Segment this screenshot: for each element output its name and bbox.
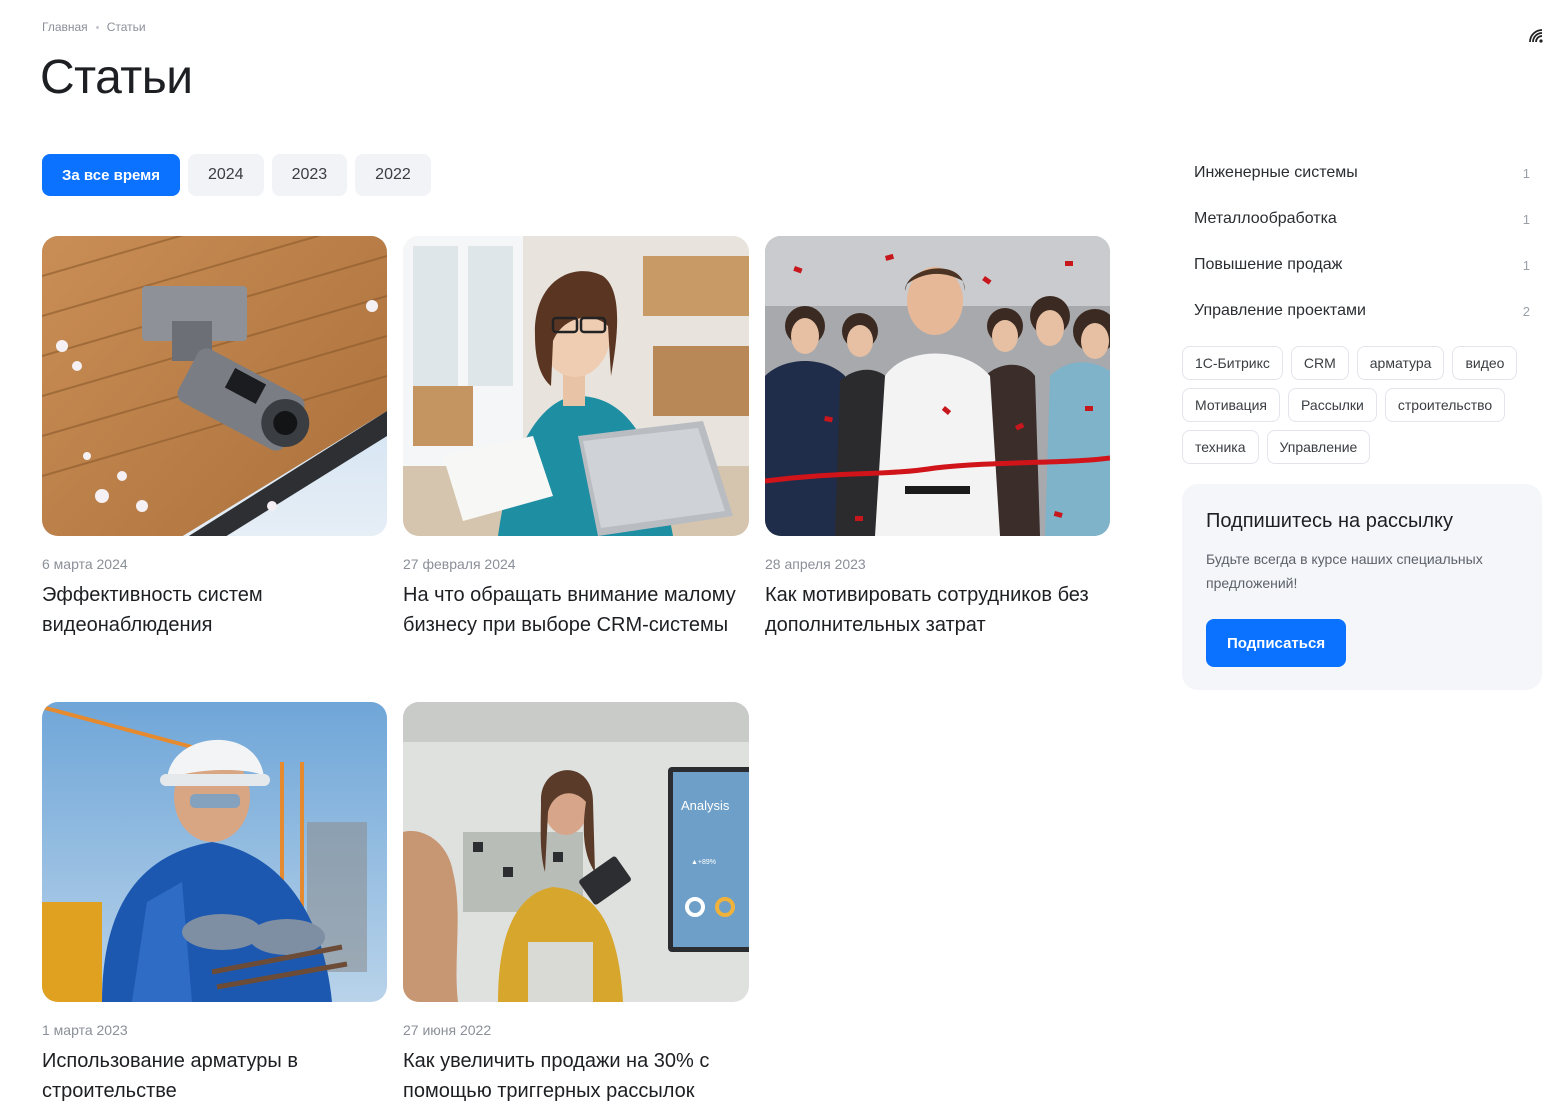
article-title[interactable]: Как увеличить продажи на 30% с помощью т… bbox=[403, 1046, 749, 1106]
tag-1c-bitrix[interactable]: 1С-Битрикс bbox=[1182, 346, 1283, 380]
screen-analysis-text: Analysis bbox=[681, 798, 730, 813]
tag-cloud: 1С-Битрикс CRM арматура видео Мотивация … bbox=[1182, 346, 1532, 464]
article-title[interactable]: На что обращать внимание малому бизнесу … bbox=[403, 580, 749, 640]
article-card[interactable]: 28 апреля 2023 Как мотивировать сотрудни… bbox=[765, 236, 1110, 702]
category-item-project-management[interactable]: Управление проектами 2 bbox=[1194, 288, 1530, 334]
article-card[interactable]: 6 марта 2024 Эффективность систем видеон… bbox=[42, 236, 387, 702]
article-image-security-camera bbox=[42, 236, 387, 536]
tag-crm[interactable]: CRM bbox=[1290, 346, 1349, 380]
page-title: Статьи bbox=[40, 51, 193, 104]
article-title[interactable]: Эффективность систем видеонаблюдения bbox=[42, 580, 387, 640]
category-count: 1 bbox=[1522, 165, 1530, 181]
category-label: Повышение продаж bbox=[1194, 256, 1343, 273]
category-item-engineering-systems[interactable]: Инженерные системы 1 bbox=[1194, 150, 1530, 196]
article-card[interactable]: Analysis ▲+89% 27 июня 2022 Как увеличит… bbox=[403, 702, 749, 1116]
wifi-icon[interactable] bbox=[1528, 28, 1544, 44]
tag-equipment[interactable]: техника bbox=[1182, 430, 1259, 464]
filter-2022-button[interactable]: 2022 bbox=[355, 154, 431, 196]
article-image-ribbon-cutting bbox=[765, 236, 1110, 536]
category-count: 1 bbox=[1522, 257, 1530, 273]
tag-management[interactable]: Управление bbox=[1266, 430, 1371, 464]
tag-motivation[interactable]: Мотивация bbox=[1182, 388, 1281, 422]
article-image-woman-presentation: Analysis ▲+89% bbox=[403, 702, 749, 1002]
subscribe-title: Подпишитесь на рассылку bbox=[1206, 510, 1453, 532]
article-card[interactable]: 1 марта 2023 Использование арматуры в ст… bbox=[42, 702, 387, 1116]
category-label: Металлообработка bbox=[1194, 210, 1337, 227]
category-list: Инженерные системы 1 Металлообработка 1 … bbox=[1182, 150, 1542, 334]
category-item-sales-growth[interactable]: Повышение продаж 1 bbox=[1194, 242, 1530, 288]
category-count: 2 bbox=[1522, 303, 1530, 319]
breadcrumb-home-link[interactable]: Главная bbox=[42, 20, 88, 34]
tag-mailings[interactable]: Рассылки bbox=[1288, 388, 1377, 422]
category-count: 1 bbox=[1522, 211, 1530, 227]
breadcrumb: Главная Статьи bbox=[42, 20, 146, 34]
article-date: 1 марта 2023 bbox=[42, 1022, 128, 1038]
tag-video[interactable]: видео bbox=[1452, 346, 1518, 380]
article-card[interactable]: 27 февраля 2024 На что обращать внимание… bbox=[403, 236, 749, 702]
filter-2024-button[interactable]: 2024 bbox=[187, 154, 264, 196]
sidebar: Инженерные системы 1 Металлообработка 1 … bbox=[1182, 150, 1542, 690]
year-filter-group: За все время 2024 2023 2022 bbox=[42, 154, 431, 196]
category-label: Инженерные системы bbox=[1194, 164, 1358, 181]
article-date: 27 февраля 2024 bbox=[403, 556, 516, 572]
category-label: Управление проектами bbox=[1194, 302, 1366, 319]
subscribe-button[interactable]: Подписаться bbox=[1206, 619, 1347, 667]
filter-2023-button[interactable]: 2023 bbox=[271, 154, 348, 196]
category-item-metalworking[interactable]: Металлообработка 1 bbox=[1194, 196, 1530, 242]
subscribe-text: Будьте всегда в курсе наших специальных … bbox=[1206, 551, 1483, 591]
article-title[interactable]: Как мотивировать сотрудников без дополни… bbox=[765, 580, 1110, 640]
article-date: 27 июня 2022 bbox=[403, 1022, 492, 1038]
article-date: 28 апреля 2023 bbox=[765, 556, 866, 572]
screen-stat-text: ▲+89% bbox=[691, 859, 716, 866]
filter-all-time-button[interactable]: За все время bbox=[42, 154, 180, 196]
article-date: 6 марта 2024 bbox=[42, 556, 128, 572]
article-image-woman-laptop bbox=[403, 236, 749, 536]
breadcrumb-separator bbox=[95, 25, 99, 29]
articles-grid: 6 марта 2024 Эффективность систем видеон… bbox=[42, 236, 1110, 1116]
breadcrumb-current: Статьи bbox=[106, 20, 146, 34]
article-image-construction-worker bbox=[42, 702, 387, 1002]
tag-construction[interactable]: строительство bbox=[1384, 388, 1506, 422]
subscribe-panel: Подпишитесь на рассылку Будьте всегда в … bbox=[1182, 484, 1542, 690]
article-title[interactable]: Использование арматуры в строительстве bbox=[42, 1046, 387, 1106]
tag-rebar[interactable]: арматура bbox=[1356, 346, 1445, 380]
